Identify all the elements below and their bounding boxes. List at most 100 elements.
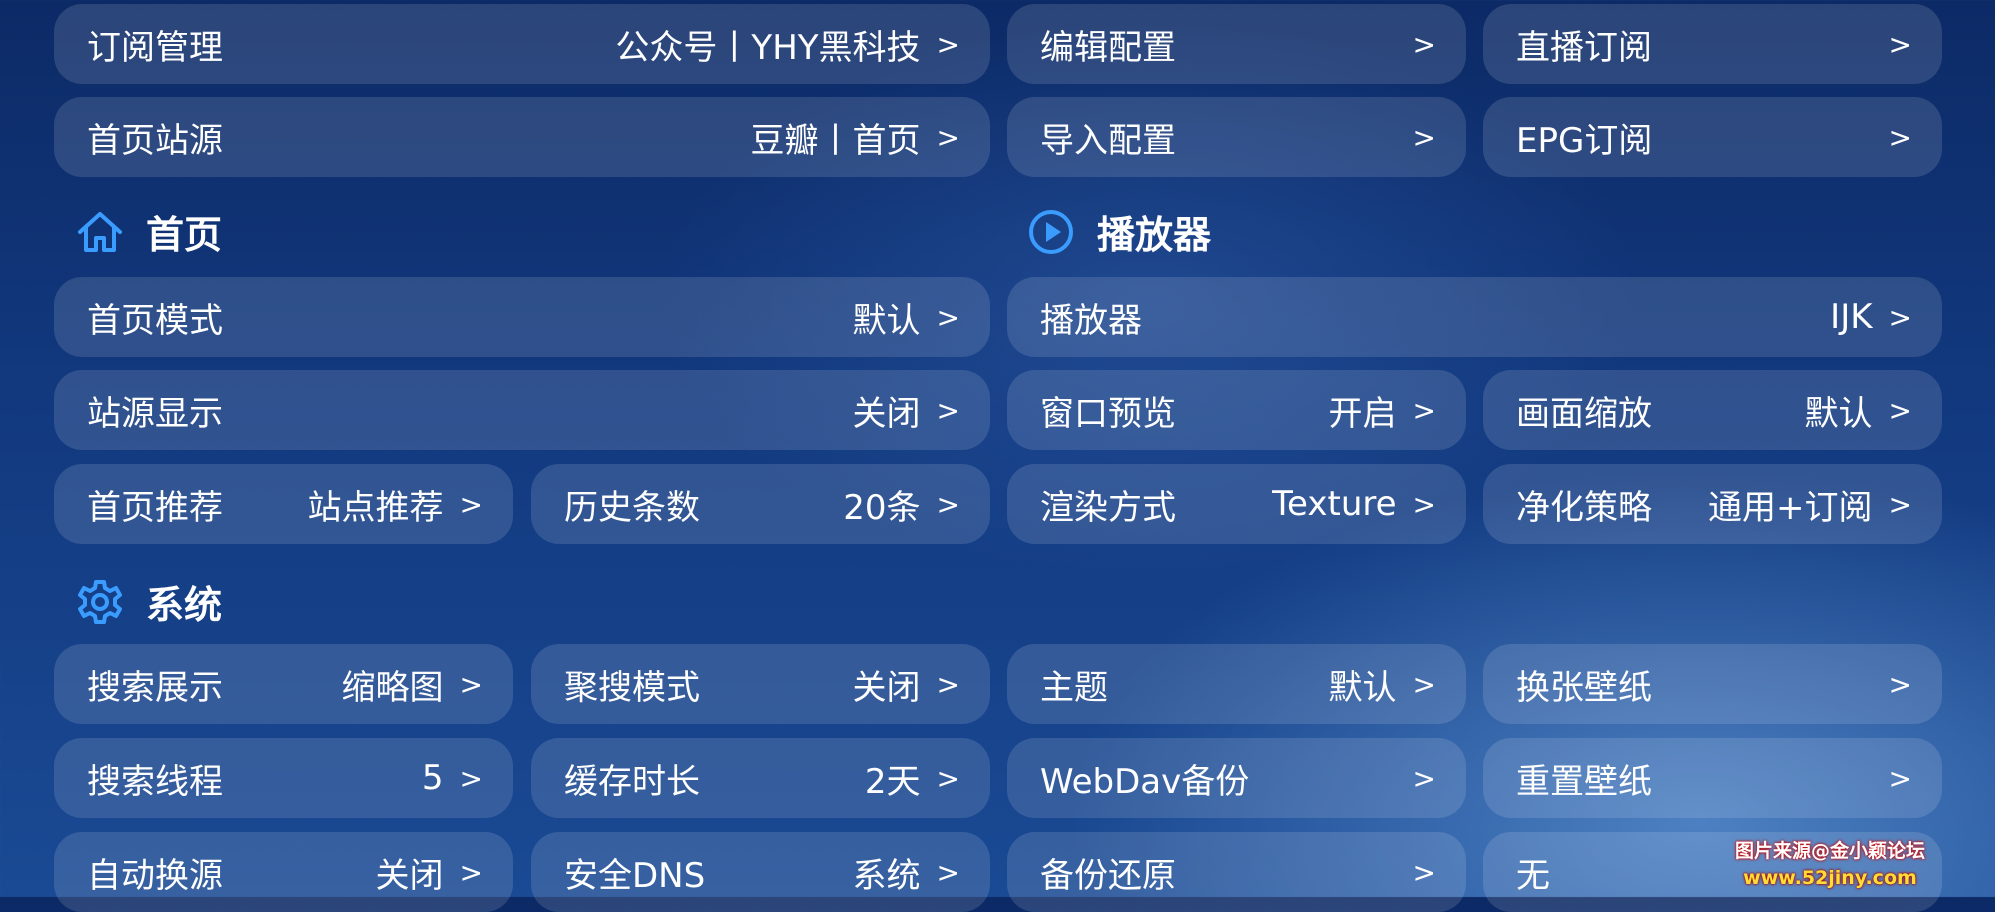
section-title: 系统	[146, 583, 223, 627]
setting-webdav-backup[interactable]: WebDav备份 >	[1007, 738, 1466, 818]
section-player-header: 播放器	[1027, 204, 1211, 259]
chevron-right-icon: >	[1888, 393, 1912, 427]
setting-secure-dns[interactable]: 安全DNS 系统 >	[531, 832, 990, 912]
chevron-right-icon: >	[1412, 855, 1436, 889]
chevron-right-icon: >	[1412, 393, 1436, 427]
chevron-right-icon: >	[1888, 27, 1912, 61]
chevron-right-icon: >	[936, 761, 960, 795]
chevron-right-icon: >	[936, 393, 960, 427]
setting-live-subscription[interactable]: 直播订阅 >	[1483, 4, 1942, 84]
setting-label: 重置壁纸	[1516, 761, 1652, 802]
setting-render-mode[interactable]: 渲染方式 Texture >	[1007, 464, 1466, 544]
chevron-right-icon: >	[936, 855, 960, 889]
setting-value: 默认	[1328, 667, 1397, 708]
setting-player[interactable]: 播放器 IJK >	[1007, 277, 1942, 357]
setting-picture-scale[interactable]: 画面缩放 默认 >	[1483, 370, 1942, 450]
setting-backup-restore[interactable]: 备份还原 >	[1007, 832, 1466, 912]
setting-label: 净化策略	[1516, 487, 1652, 528]
chevron-right-icon: >	[459, 487, 483, 521]
chevron-right-icon: >	[936, 27, 960, 61]
chevron-right-icon: >	[1888, 487, 1912, 521]
setting-label: 备份还原	[1040, 855, 1176, 896]
setting-change-wallpaper[interactable]: 换张壁纸 >	[1483, 644, 1942, 724]
section-system-header: 系统	[76, 574, 222, 629]
chevron-right-icon: >	[459, 761, 483, 795]
setting-value: 关闭	[852, 393, 921, 434]
chevron-right-icon: >	[1888, 667, 1912, 701]
watermark-line-2: www.52jiny.com	[1743, 867, 1917, 889]
setting-value: 开启	[1328, 393, 1397, 434]
setting-label: 导入配置	[1040, 120, 1176, 161]
chevron-right-icon: >	[936, 300, 960, 334]
setting-auto-switch-source[interactable]: 自动换源 关闭 >	[54, 832, 513, 912]
setting-purify-strategy[interactable]: 净化策略 通用+订阅 >	[1483, 464, 1942, 544]
setting-label: 窗口预览	[1040, 393, 1176, 434]
setting-window-preview[interactable]: 窗口预览 开启 >	[1007, 370, 1466, 450]
setting-label: 订阅管理	[87, 27, 223, 68]
chevron-right-icon: >	[936, 120, 960, 154]
chevron-right-icon: >	[936, 487, 960, 521]
setting-value: 缩略图	[341, 667, 444, 708]
setting-label: 历史条数	[564, 487, 700, 528]
setting-label: 首页站源	[87, 120, 223, 161]
setting-home-source[interactable]: 首页站源 豆瓣丨首页 >	[54, 97, 990, 177]
setting-aggregate-search[interactable]: 聚搜模式 关闭 >	[531, 644, 990, 724]
setting-search-threads[interactable]: 搜索线程 5 >	[54, 738, 513, 818]
setting-value: 关闭	[375, 855, 444, 896]
chevron-right-icon: >	[459, 855, 483, 889]
setting-label: 直播订阅	[1516, 27, 1652, 68]
home-icon	[78, 211, 122, 252]
setting-label: 渲染方式	[1040, 487, 1176, 528]
setting-label: EPG订阅	[1516, 120, 1653, 161]
setting-source-display[interactable]: 站源显示 关闭 >	[54, 370, 990, 450]
setting-edit-config[interactable]: 编辑配置 >	[1007, 4, 1466, 84]
setting-theme[interactable]: 主题 默认 >	[1007, 644, 1466, 724]
chevron-right-icon: >	[1412, 27, 1436, 61]
setting-label: 搜索展示	[87, 667, 223, 708]
setting-value: 公众号丨YHY黑科技	[615, 27, 921, 68]
setting-label: 搜索线程	[87, 761, 223, 802]
setting-value: 默认	[1804, 393, 1873, 434]
setting-label: 首页推荐	[87, 487, 223, 528]
setting-label: 首页模式	[87, 300, 223, 341]
setting-value: 豆瓣丨首页	[750, 120, 921, 161]
setting-cache-duration[interactable]: 缓存时长 2天 >	[531, 738, 990, 818]
setting-value: 2天	[864, 761, 921, 802]
setting-label: 安全DNS	[564, 855, 706, 896]
setting-value: 通用+订阅	[1708, 487, 1873, 528]
setting-label: WebDav备份	[1040, 761, 1250, 802]
setting-label: 画面缩放	[1516, 393, 1652, 434]
setting-label: 主题	[1040, 667, 1108, 708]
setting-label: 缓存时长	[564, 761, 700, 802]
chevron-right-icon: >	[1412, 761, 1436, 795]
setting-value: 5	[421, 758, 444, 798]
setting-home-recommend[interactable]: 首页推荐 站点推荐 >	[54, 464, 513, 544]
setting-epg-subscription[interactable]: EPG订阅 >	[1483, 97, 1942, 177]
watermark: 图片来源@金小颖论坛 www.52jiny.com	[1735, 838, 1925, 892]
section-title: 播放器	[1097, 213, 1212, 257]
setting-value: 默认	[852, 300, 921, 341]
setting-home-mode[interactable]: 首页模式 默认 >	[54, 277, 990, 357]
setting-import-config[interactable]: 导入配置 >	[1007, 97, 1466, 177]
section-home-header: 首页	[76, 204, 222, 259]
setting-value: IJK	[1830, 297, 1873, 337]
setting-value: Texture	[1272, 484, 1397, 524]
setting-label: 编辑配置	[1040, 27, 1176, 68]
setting-label: 换张壁纸	[1516, 667, 1652, 708]
play-circle-icon	[1029, 209, 1073, 254]
watermark-line-1: 图片来源@金小颖论坛	[1734, 840, 1925, 862]
chevron-right-icon: >	[459, 667, 483, 701]
setting-subscription-management[interactable]: 订阅管理 公众号丨YHY黑科技 >	[54, 4, 990, 84]
setting-label: 聚搜模式	[564, 667, 700, 708]
setting-history-count[interactable]: 历史条数 20条 >	[531, 464, 990, 544]
setting-search-display[interactable]: 搜索展示 缩略图 >	[54, 644, 513, 724]
gear-icon	[78, 579, 122, 624]
setting-value: 系统	[852, 855, 921, 896]
setting-label: 无	[1516, 855, 1550, 896]
chevron-right-icon: >	[1412, 487, 1436, 521]
setting-reset-wallpaper[interactable]: 重置壁纸 >	[1483, 738, 1942, 818]
setting-value: 20条	[843, 487, 921, 528]
setting-value: 站点推荐	[307, 487, 444, 528]
chevron-right-icon: >	[936, 667, 960, 701]
setting-value: 关闭	[852, 667, 921, 708]
